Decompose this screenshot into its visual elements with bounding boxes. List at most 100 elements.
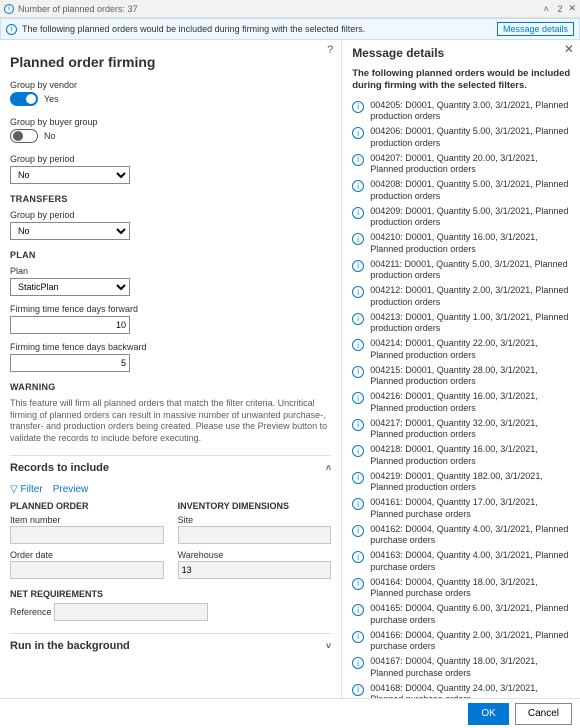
ftf-backward-input[interactable]	[10, 354, 130, 372]
group-by-period-label: Group by period	[10, 154, 331, 164]
message-item[interactable]: i004211: D0001, Quantity 5.00, 3/1/2021,…	[352, 259, 572, 282]
warehouse-input[interactable]	[178, 561, 332, 579]
message-item[interactable]: i 004207: D0001, Quantity 20.00, 3/1/2021…	[352, 153, 572, 176]
message-item[interactable]: i004163: D0004, Quantity 4.00, 3/1/2021,…	[352, 550, 572, 573]
help-icon[interactable]: ?	[327, 44, 333, 56]
message-item[interactable]: i004209: D0001, Quantity 5.00, 3/1/2021,…	[352, 206, 572, 229]
message-item[interactable]: i004217: D0001, Quantity 32.00, 3/1/2021…	[352, 418, 572, 441]
info-icon: i	[352, 604, 364, 616]
message-text: 004162: D0004, Quantity 4.00, 3/1/2021, …	[370, 524, 572, 547]
records-to-include-accordion[interactable]: Records to include ˄	[10, 455, 331, 480]
message-text: 004214: D0001, Quantity 22.00, 3/1/2021,…	[370, 338, 572, 361]
message-item[interactable]: i004213: D0001, Quantity 1.00, 3/1/2021,…	[352, 312, 572, 335]
message-item[interactable]: i 004214: D0001, Quantity 22.00, 3/1/2021…	[352, 338, 572, 361]
message-item[interactable]: i004162: D0004, Quantity 4.00, 3/1/2021,…	[352, 524, 572, 547]
message-text: 004210: D0001, Quantity 16.00, 3/1/2021,…	[370, 232, 572, 255]
close-icon[interactable]: ✕	[564, 42, 574, 56]
plan-header: PLAN	[10, 250, 331, 260]
plan-label: Plan	[10, 266, 331, 276]
nav-up-icon[interactable]: ˄	[544, 4, 549, 14]
run-background-accordion[interactable]: Run in the background ˅	[10, 633, 331, 658]
records-header: Records to include	[10, 462, 109, 474]
info-icon: i	[6, 24, 17, 35]
message-text: 004217: D0001, Quantity 32.00, 3/1/2021,…	[370, 418, 572, 441]
message-item[interactable]: i 004218: D0001, Quantity 16.00, 3/1/2021…	[352, 444, 572, 467]
message-item[interactable]: i004215: D0001, Quantity 28.00, 3/1/2021…	[352, 365, 572, 388]
info-icon: i	[352, 154, 364, 166]
reference-label: Reference	[10, 607, 52, 617]
message-item[interactable]: i004216: D0001, Quantity 16.00, 3/1/2021…	[352, 391, 572, 414]
page-title: Planned order firming	[10, 54, 331, 70]
message-item[interactable]: i004164: D0004, Quantity 18.00, 3/1/2021…	[352, 577, 572, 600]
message-item[interactable]: i004161: D0004, Quantity 17.00, 3/1/2021…	[352, 497, 572, 520]
message-text: 004206: D0001, Quantity 5.00, 3/1/2021, …	[370, 126, 572, 149]
message-details-panel: ✕ Message details The following planned …	[342, 40, 580, 727]
message-item[interactable]: i004206: D0001, Quantity 5.00, 3/1/2021,…	[352, 126, 572, 149]
message-text: 004212: D0001, Quantity 2.00, 3/1/2021, …	[370, 285, 572, 308]
message-text: 004209: D0001, Quantity 5.00, 3/1/2021, …	[370, 206, 572, 229]
message-item[interactable]: i004208: D0001, Quantity 5.00, 3/1/2021,…	[352, 179, 572, 202]
group-by-period-select[interactable]: No	[10, 166, 130, 184]
message-text: 004167: D0004, Quantity 18.00, 3/1/2021,…	[370, 656, 572, 679]
nav-page-number: 2	[557, 4, 562, 14]
info-icon: i	[352, 339, 364, 351]
item-number-input[interactable]	[10, 526, 164, 544]
message-item[interactable]: i 004165: D0004, Quantity 6.00, 3/1/2021,…	[352, 603, 572, 626]
chevron-down-icon: ˅	[326, 641, 331, 651]
window-top-bar: i Number of planned orders: 37 ˄ 2 ✕	[0, 0, 580, 18]
ok-button[interactable]: OK	[468, 703, 508, 725]
toggle-state: Yes	[44, 94, 59, 104]
info-icon: i	[352, 551, 364, 563]
message-text: 004207: D0001, Quantity 20.00, 3/1/2021,…	[370, 153, 572, 176]
message-item[interactable]: i 004205: D0001, Quantity 3.00, 3/1/2021,…	[352, 100, 572, 123]
close-icon[interactable]: ✕	[568, 3, 576, 14]
warning-header: WARNING	[10, 382, 331, 392]
message-text: 004213: D0001, Quantity 1.00, 3/1/2021, …	[370, 312, 572, 335]
message-item[interactable]: i 004166: D0004, Quantity 2.00, 3/1/2021,…	[352, 630, 572, 653]
info-icon: i	[352, 260, 364, 272]
info-icon: i	[352, 657, 364, 669]
warehouse-label: Warehouse	[178, 550, 224, 560]
message-item[interactable]: i004212: D0001, Quantity 2.00, 3/1/2021,…	[352, 285, 572, 308]
info-icon: i	[352, 445, 364, 457]
transfers-group-by-period-label: Group by period	[10, 210, 331, 220]
preview-link[interactable]: Preview	[53, 484, 89, 495]
info-icon: i	[352, 180, 364, 192]
info-icon: i	[352, 631, 364, 643]
message-item[interactable]: i004219: D0001, Quantity 182.00, 3/1/202…	[352, 471, 572, 494]
chevron-up-icon: ˄	[326, 463, 331, 473]
info-icon: i	[352, 498, 364, 510]
nav-controls: ˄ 2	[538, 4, 563, 14]
message-text: 004216: D0001, Quantity 16.00, 3/1/2021,…	[370, 391, 572, 414]
message-text: 004218: D0001, Quantity 16.00, 3/1/2021,…	[370, 444, 572, 467]
info-banner: i The following planned orders would be …	[0, 18, 580, 40]
order-date-input[interactable]	[10, 561, 164, 579]
toggle-state: No	[44, 131, 56, 141]
message-item[interactable]: i 004210: D0001, Quantity 16.00, 3/1/2021…	[352, 232, 572, 255]
info-icon: i	[352, 578, 364, 590]
plan-select[interactable]: StaticPlan	[10, 278, 130, 296]
site-input[interactable]	[178, 526, 332, 544]
message-item[interactable]: i 004167: D0004, Quantity 18.00, 3/1/2021…	[352, 656, 572, 679]
item-number-label: Item number	[10, 515, 61, 525]
message-list[interactable]: i 004205: D0001, Quantity 3.00, 3/1/2021,…	[352, 100, 576, 727]
filter-link[interactable]: ▽ Filter	[10, 484, 43, 495]
ftf-forward-input[interactable]	[10, 316, 130, 334]
message-details-link[interactable]: Message details	[497, 22, 574, 36]
cancel-button[interactable]: Cancel	[515, 703, 572, 725]
reference-input[interactable]	[54, 603, 208, 621]
transfers-group-by-period-select[interactable]: No	[10, 222, 130, 240]
message-details-desc: The following planned orders would be in…	[352, 68, 576, 92]
order-date-label: Order date	[10, 550, 53, 560]
info-icon: i	[352, 101, 364, 113]
message-text: 004166: D0004, Quantity 2.00, 3/1/2021, …	[370, 630, 572, 653]
group-by-vendor-toggle[interactable]	[10, 92, 38, 106]
message-text: 004165: D0004, Quantity 6.00, 3/1/2021, …	[370, 603, 572, 626]
message-text: 004205: D0001, Quantity 3.00, 3/1/2021, …	[370, 100, 572, 123]
run-bg-header: Run in the background	[10, 640, 130, 652]
info-icon: i	[352, 366, 364, 378]
info-icon: i	[352, 233, 364, 245]
group-by-buyer-toggle[interactable]	[10, 129, 38, 143]
banner-text: The following planned orders would be in…	[22, 24, 365, 34]
message-text: 004219: D0001, Quantity 182.00, 3/1/2021…	[370, 471, 572, 494]
